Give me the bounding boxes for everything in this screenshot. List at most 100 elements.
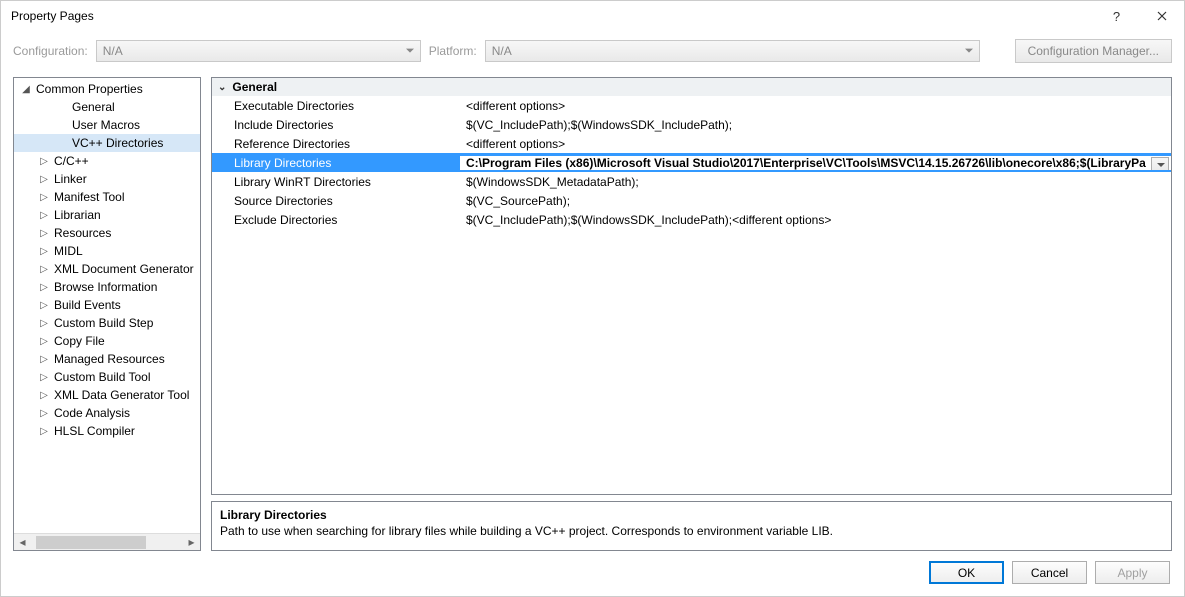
- expand-icon: ▷: [38, 264, 50, 275]
- property-row[interactable]: Reference Directories<different options>: [212, 134, 1171, 153]
- tree-item[interactable]: ▷ Manifest Tool: [14, 188, 200, 206]
- property-row[interactable]: Include Directories$(VC_IncludePath);$(W…: [212, 115, 1171, 134]
- tree-item-label: Manifest Tool: [54, 190, 124, 204]
- tree-item[interactable]: ▷ Copy File: [14, 332, 200, 350]
- expand-icon: ▷: [38, 336, 50, 347]
- description-pane: Library Directories Path to use when sea…: [211, 501, 1172, 551]
- configuration-combo[interactable]: N/A: [96, 40, 421, 62]
- tree-item-label: Librarian: [54, 208, 101, 222]
- property-value[interactable]: $(VC_IncludePath);$(WindowsSDK_IncludePa…: [460, 213, 1171, 227]
- property-name: Reference Directories: [212, 137, 460, 151]
- tree-item-label: XML Data Generator Tool: [54, 388, 189, 402]
- tree-item-label: HLSL Compiler: [54, 424, 135, 438]
- tree-root[interactable]: ◢Common Properties: [14, 80, 200, 98]
- tree-item-label: General: [72, 100, 115, 114]
- tree-item-label: C/C++: [54, 154, 89, 168]
- expand-icon: ▷: [38, 246, 50, 257]
- tree-item[interactable]: ▷ MIDL: [14, 242, 200, 260]
- close-button[interactable]: [1139, 1, 1184, 31]
- tree-item-label: Linker: [54, 172, 87, 186]
- footer: OK Cancel Apply: [1, 551, 1184, 596]
- tree-item-label: VC++ Directories: [72, 136, 163, 150]
- ok-button[interactable]: OK: [929, 561, 1004, 584]
- property-row[interactable]: Source Directories$(VC_SourcePath);: [212, 191, 1171, 210]
- property-value[interactable]: $(VC_IncludePath);$(WindowsSDK_IncludePa…: [460, 118, 1171, 132]
- property-row[interactable]: Library DirectoriesC:\Program Files (x86…: [212, 153, 1171, 172]
- tree-item-label: User Macros: [72, 118, 140, 132]
- titlebar: Property Pages ?: [1, 1, 1184, 31]
- tree-item[interactable]: General: [14, 98, 200, 116]
- property-value[interactable]: $(WindowsSDK_MetadataPath);: [460, 175, 1171, 189]
- expand-icon: ▷: [38, 156, 50, 167]
- group-label: General: [232, 80, 277, 94]
- expand-icon: ▷: [38, 228, 50, 239]
- tree-item[interactable]: ▷ C/C++: [14, 152, 200, 170]
- tree-item-label: XML Document Generator: [54, 262, 194, 276]
- expand-icon: ▷: [38, 192, 50, 203]
- expand-icon: ▷: [38, 372, 50, 383]
- apply-button[interactable]: Apply: [1095, 561, 1170, 584]
- tree-item[interactable]: ▷ Managed Resources: [14, 350, 200, 368]
- configuration-manager-button[interactable]: Configuration Manager...: [1015, 39, 1172, 63]
- property-value[interactable]: C:\Program Files (x86)\Microsoft Visual …: [460, 156, 1171, 170]
- tree-item[interactable]: ▷ XML Document Generator: [14, 260, 200, 278]
- property-row[interactable]: Library WinRT Directories$(WindowsSDK_Me…: [212, 172, 1171, 191]
- window-title: Property Pages: [11, 9, 1094, 23]
- expand-icon: ◢: [20, 84, 32, 95]
- tree-item[interactable]: ▷Browse Information: [14, 278, 200, 296]
- tree-item-label: Managed Resources: [54, 352, 165, 366]
- property-name: Include Directories: [212, 118, 460, 132]
- tree-item-label: MIDL: [54, 244, 83, 258]
- tree-item-label: Resources: [54, 226, 111, 240]
- property-name: Executable Directories: [212, 99, 460, 113]
- cancel-button[interactable]: Cancel: [1012, 561, 1087, 584]
- expand-icon: ▷: [38, 354, 50, 365]
- tree-item-label: Code Analysis: [54, 406, 130, 420]
- expand-icon: ▷: [38, 426, 50, 437]
- property-name: Library Directories: [212, 156, 460, 170]
- platform-combo[interactable]: N/A: [485, 40, 980, 62]
- expand-icon: ▷: [38, 390, 50, 401]
- property-row[interactable]: Exclude Directories$(VC_IncludePath);$(W…: [212, 210, 1171, 229]
- property-value[interactable]: <different options>: [460, 137, 1171, 151]
- config-row: Configuration: N/A Platform: N/A Configu…: [1, 31, 1184, 77]
- tree-hscroll[interactable]: ◂ ▸: [14, 533, 200, 550]
- tree-item-label: Build Events: [54, 298, 121, 312]
- tree-item[interactable]: ▷ Librarian: [14, 206, 200, 224]
- tree-item-label: Custom Build Step: [54, 316, 153, 330]
- expand-icon: ▷: [38, 408, 50, 419]
- tree-item[interactable]: ▷ HLSL Compiler: [14, 422, 200, 440]
- collapse-icon: ⌄: [218, 82, 226, 93]
- tree-item[interactable]: ▷ Code Analysis: [14, 404, 200, 422]
- property-value[interactable]: <different options>: [460, 99, 1171, 113]
- property-name: Exclude Directories: [212, 213, 460, 227]
- configuration-label: Configuration:: [13, 44, 88, 58]
- tree-item[interactable]: VC++ Directories: [14, 134, 200, 152]
- dropdown-icon[interactable]: [1157, 163, 1165, 170]
- tree-item[interactable]: ▷ Custom Build Step: [14, 314, 200, 332]
- property-row[interactable]: Executable Directories<different options…: [212, 96, 1171, 115]
- tree-item[interactable]: ▷ XML Data Generator Tool: [14, 386, 200, 404]
- scroll-right-icon[interactable]: ▸: [183, 534, 200, 550]
- tree-item[interactable]: ▷Build Events: [14, 296, 200, 314]
- tree-item[interactable]: User Macros: [14, 116, 200, 134]
- group-header[interactable]: ⌄ General: [212, 78, 1171, 96]
- expand-icon: ▷: [38, 318, 50, 329]
- platform-label: Platform:: [429, 44, 477, 58]
- scroll-left-icon[interactable]: ◂: [14, 534, 31, 550]
- scroll-thumb[interactable]: [36, 536, 146, 549]
- tree-item[interactable]: ▷Linker: [14, 170, 200, 188]
- tree-item[interactable]: ▷Custom Build Tool: [14, 368, 200, 386]
- tree-item-label: Copy File: [54, 334, 105, 348]
- tree[interactable]: ◢Common Properties General User Macros VC++…: [14, 78, 200, 533]
- description-title: Library Directories: [220, 508, 1163, 522]
- tree-item-label: Browse Information: [54, 280, 157, 294]
- property-value[interactable]: $(VC_SourcePath);: [460, 194, 1171, 208]
- tree-item[interactable]: ▷ Resources: [14, 224, 200, 242]
- help-button[interactable]: ?: [1094, 1, 1139, 31]
- expand-icon: ▷: [38, 210, 50, 221]
- tree-pane: ◢Common Properties General User Macros VC++…: [13, 77, 201, 551]
- property-grid: ⌄ General Executable Directories<differe…: [211, 77, 1172, 495]
- close-icon: [1157, 11, 1167, 21]
- property-name: Library WinRT Directories: [212, 175, 460, 189]
